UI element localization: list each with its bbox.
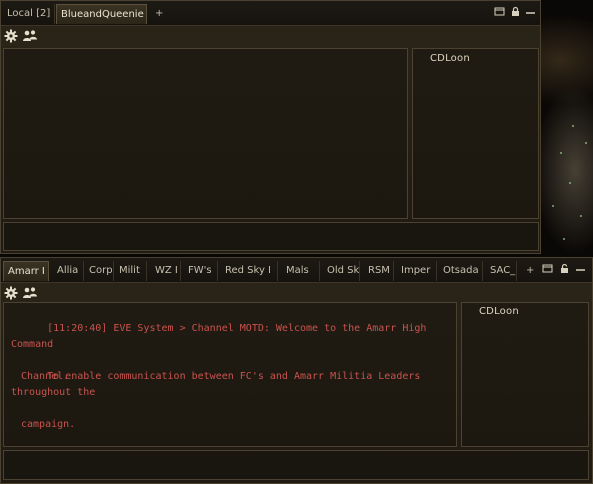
minimize-icon[interactable] [575, 263, 586, 274]
minimize-icon[interactable] [525, 6, 536, 17]
tab-mals[interactable]: Mals [282, 261, 320, 281]
members-icon[interactable] [22, 286, 38, 300]
add-tab-button[interactable]: + [522, 261, 536, 281]
tab-rsm[interactable]: RSM [364, 261, 394, 281]
tab-old-sk[interactable]: Old Sk [323, 261, 360, 281]
tab-fws[interactable]: FW's [184, 261, 218, 281]
channel-chat-window: Amarr I Allia Corp Milit WZ I FW's Red S… [0, 257, 593, 484]
tab-bar: Amarr I Allia Corp Milit WZ I FW's Red S… [1, 258, 592, 283]
chat-input[interactable] [3, 222, 539, 251]
member-name[interactable]: CDLoon [430, 53, 470, 64]
tab-imper[interactable]: Imper [397, 261, 437, 281]
message-line: To enable communication between FC's and… [11, 371, 427, 398]
tab-wz[interactable]: WZ I [151, 261, 181, 281]
tab-otsada[interactable]: Otsada [439, 261, 483, 281]
motd-message: To enable communication between FC's and… [11, 353, 432, 465]
display-icon[interactable] [494, 6, 505, 17]
member-list[interactable]: CDLoon [412, 48, 539, 219]
message-area[interactable] [3, 48, 408, 219]
background-star [552, 205, 554, 207]
member-name[interactable]: CDLoon [479, 306, 519, 317]
tab-sac[interactable]: SAC_ [486, 261, 517, 281]
display-icon[interactable] [542, 263, 553, 274]
tab-red-sky[interactable]: Red Sky I [221, 261, 278, 281]
background-star [560, 152, 562, 154]
tab-milit[interactable]: Milit [115, 261, 147, 281]
tab-bar: Local [2] BlueandQueenie + [1, 1, 540, 26]
tool-row [1, 283, 592, 303]
background-star [572, 125, 574, 127]
lock-icon[interactable] [559, 263, 570, 274]
tab-amarr[interactable]: Amarr I [3, 261, 49, 281]
settings-gear-icon[interactable] [4, 29, 18, 43]
tool-row [1, 26, 540, 46]
tab-corp[interactable]: Corp [85, 261, 114, 281]
chat-input[interactable] [3, 450, 589, 480]
tab-allia[interactable]: Allia [53, 261, 84, 281]
background-star [585, 142, 587, 144]
members-icon[interactable] [22, 29, 38, 43]
lock-icon[interactable] [510, 6, 521, 17]
background-star [563, 238, 565, 240]
message-line: [11:20:40] EVE System > Channel MOTD: We… [11, 323, 433, 350]
tab-local[interactable]: Local [2] [3, 4, 55, 24]
add-tab-button[interactable]: + [151, 4, 167, 24]
settings-gear-icon[interactable] [4, 286, 18, 300]
background-star [580, 215, 582, 217]
tab-blueandqueenie[interactable]: BlueandQueenie [56, 4, 147, 24]
background-star [569, 182, 571, 184]
message-line-continued: campaign. [21, 419, 76, 430]
member-list[interactable]: CDLoon [461, 302, 589, 447]
message-area[interactable]: [11:20:40] EVE System > Channel MOTD: We… [3, 302, 457, 447]
local-chat-window: Local [2] BlueandQueenie + CDLoon [0, 0, 541, 254]
